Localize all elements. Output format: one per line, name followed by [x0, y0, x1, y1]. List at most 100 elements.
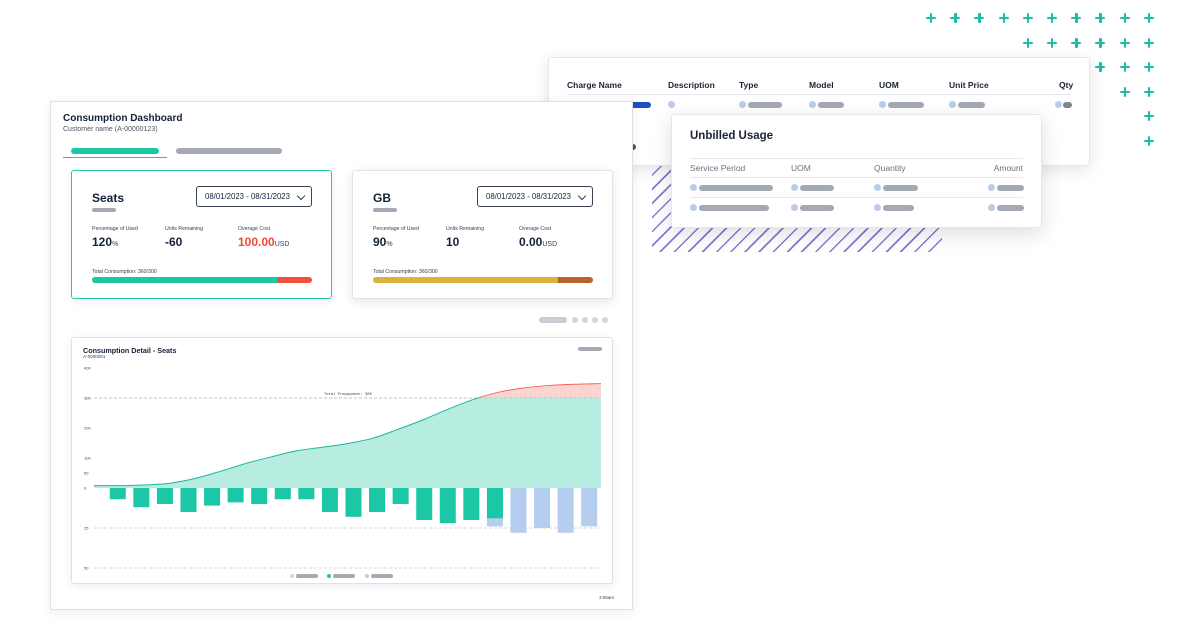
- page-title: Consumption Dashboard: [63, 113, 183, 124]
- date-range-value: 08/01/2023 - 08/31/2023: [486, 192, 571, 201]
- plus-icon: [1094, 61, 1106, 73]
- plus-icon: [1143, 37, 1155, 49]
- metric-name-placeholder: [92, 208, 116, 212]
- pct-used-value: 120%: [92, 235, 119, 249]
- customer-name: Customer name (A-00000123): [63, 126, 158, 133]
- col-charge-name[interactable]: Charge Name: [567, 80, 622, 90]
- row-dot: [949, 101, 956, 108]
- daily-bar-forecast: [557, 488, 574, 533]
- metric-name: GB: [373, 191, 391, 205]
- plus-icon: [1119, 61, 1131, 73]
- col-qty[interactable]: Qty: [1059, 80, 1073, 90]
- row-dot: [739, 101, 746, 108]
- daily-bar: [109, 488, 126, 500]
- plus-icon: [1022, 12, 1034, 24]
- total-consumption-label: Total Consumption: 360/300: [373, 269, 438, 275]
- plus-icon: [998, 12, 1010, 24]
- uom-placeholder: [888, 101, 924, 108]
- col-unit-price[interactable]: Unit Price: [949, 80, 989, 90]
- daily-bar: [133, 488, 150, 508]
- col-service-period[interactable]: Service Period: [690, 163, 745, 173]
- row-dot: [988, 204, 995, 211]
- row-dot: [874, 204, 881, 211]
- plus-icon: [1022, 37, 1034, 49]
- usage-progress-bar: [373, 277, 593, 283]
- plus-icon: [1143, 12, 1155, 24]
- legend-label-placeholder: [333, 574, 355, 578]
- uom-placeholder: [800, 204, 834, 211]
- type-placeholder: [748, 101, 782, 108]
- y-tick-label: 400: [84, 366, 91, 371]
- col-uom[interactable]: UOM: [791, 163, 811, 173]
- col-amount[interactable]: Amount: [994, 163, 1023, 173]
- plus-icon: [1094, 12, 1106, 24]
- plus-icon: [1119, 37, 1131, 49]
- detail-menu-placeholder[interactable]: [578, 347, 602, 351]
- daily-bar: [251, 488, 268, 504]
- y-tick-label: 0: [84, 486, 87, 491]
- date-range-select[interactable]: 08/01/2023 - 08/31/2023: [196, 186, 312, 207]
- usage-bar-overflow: [557, 277, 593, 283]
- pager-dot[interactable]: [572, 317, 578, 323]
- col-quantity[interactable]: Quantity: [874, 163, 906, 173]
- pager-active[interactable]: [539, 317, 567, 323]
- service-period-placeholder: [699, 204, 769, 211]
- row-dot: [809, 101, 816, 108]
- daily-bar: [274, 488, 291, 500]
- col-model[interactable]: Model: [809, 80, 834, 90]
- unbilled-usage-card: Unbilled Usage Service Period UOM Quanti…: [671, 114, 1042, 228]
- detail-subtitle: A-0000001: [83, 354, 106, 359]
- quantity-placeholder: [883, 184, 918, 191]
- table-divider: [567, 94, 1071, 95]
- pager-dot[interactable]: [592, 317, 598, 323]
- quantity-placeholder: [883, 204, 914, 211]
- row-dot: [988, 184, 995, 191]
- consumption-detail-card: 400 300 200 100 50 0 25 50 Total Prepayment: 300…: [71, 337, 613, 584]
- service-period-placeholder: [699, 184, 773, 191]
- cumulative-area: [94, 398, 601, 488]
- row-dot: [690, 184, 697, 191]
- legend-dot: [327, 574, 331, 578]
- y-tick-label: 50: [84, 471, 89, 476]
- daily-bar-forecast: [534, 488, 551, 528]
- plus-icon: [1119, 12, 1131, 24]
- row-dot: [874, 184, 881, 191]
- chevron-down-icon: [577, 191, 587, 201]
- daily-bar: [345, 488, 362, 517]
- col-uom[interactable]: UOM: [879, 80, 899, 90]
- units-remaining-label: Units Remaining: [165, 226, 204, 232]
- divider: [690, 177, 1023, 178]
- usage-bar-primary: [373, 277, 558, 283]
- plus-icon: [1143, 61, 1155, 73]
- daily-bar: [369, 488, 386, 512]
- amount-placeholder: [997, 204, 1024, 211]
- row-dot: [791, 204, 798, 211]
- daily-bar: [439, 488, 456, 524]
- row-dot: [879, 101, 886, 108]
- metric-card-gb[interactable]: GB 08/01/2023 - 08/31/2023 Percentage of…: [352, 170, 613, 299]
- date-range-select[interactable]: 08/01/2023 - 08/31/2023: [477, 186, 593, 207]
- tab-active[interactable]: [71, 148, 159, 154]
- daily-bar: [486, 488, 503, 519]
- daily-bar: [321, 488, 338, 512]
- daily-bar: [180, 488, 197, 512]
- pager-dot[interactable]: [602, 317, 608, 323]
- y-tick-label: 100: [84, 456, 91, 461]
- amount-placeholder: [997, 184, 1024, 191]
- metric-card-seats[interactable]: Seats 08/01/2023 - 08/31/2023 Percentage…: [71, 170, 332, 299]
- tab-inactive[interactable]: [176, 148, 282, 154]
- footer-time: 3:06am: [599, 595, 615, 600]
- usage-bar-overflow: [276, 277, 312, 283]
- pager-dot[interactable]: [582, 317, 588, 323]
- row-dot: [791, 184, 798, 191]
- col-description[interactable]: Description: [668, 80, 715, 90]
- legend-dot: [365, 574, 369, 578]
- daily-bar-forecast: [581, 488, 598, 527]
- plus-icon: [1046, 37, 1058, 49]
- pct-used-label: Percentage of Used: [92, 226, 138, 232]
- plus-icon: [1070, 12, 1082, 24]
- usage-bar-primary: [92, 277, 277, 283]
- y-tick-label: 200: [84, 426, 91, 431]
- uom-placeholder: [800, 184, 834, 191]
- col-type[interactable]: Type: [739, 80, 758, 90]
